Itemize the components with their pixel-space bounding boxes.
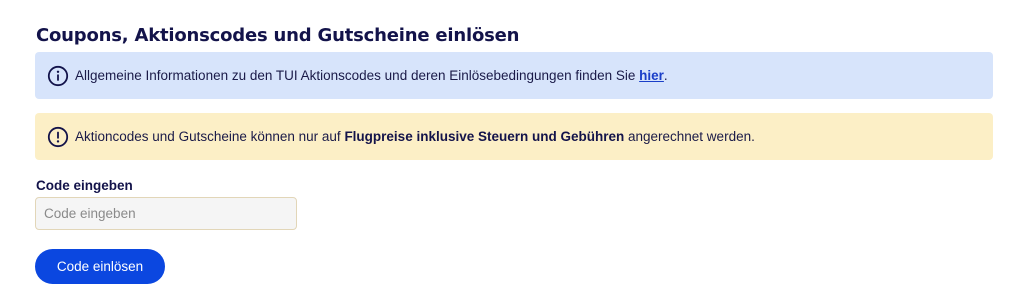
page-title: Coupons, Aktionscodes und Gutscheine ein… [36, 25, 520, 46]
info-notice-text-before: Allgemeine Informationen zu den TUI Akti… [75, 68, 640, 83]
warning-notice-text-after: angerechnet werden. [624, 129, 755, 144]
warning-notice-text: Aktioncodes und Gutscheine können nur au… [75, 129, 755, 144]
code-field-label: Code eingeben [36, 178, 133, 193]
warning-notice: Aktioncodes und Gutscheine können nur au… [35, 113, 993, 160]
warning-notice-text-before: Aktioncodes und Gutscheine können nur au… [75, 129, 345, 144]
code-input[interactable] [35, 197, 297, 230]
info-circle-icon [47, 65, 69, 87]
info-notice-text: Allgemeine Informationen zu den TUI Akti… [75, 68, 668, 83]
info-link-hier[interactable]: hier [639, 68, 664, 83]
info-notice: Allgemeine Informationen zu den TUI Akti… [35, 52, 993, 99]
redeem-code-button[interactable]: Code einlösen [35, 249, 165, 284]
exclamation-circle-icon [47, 126, 69, 148]
info-notice-text-after: . [663, 68, 668, 83]
warning-notice-text-bold: Flugpreise inklusive Steuern und Gebühre… [344, 129, 625, 144]
